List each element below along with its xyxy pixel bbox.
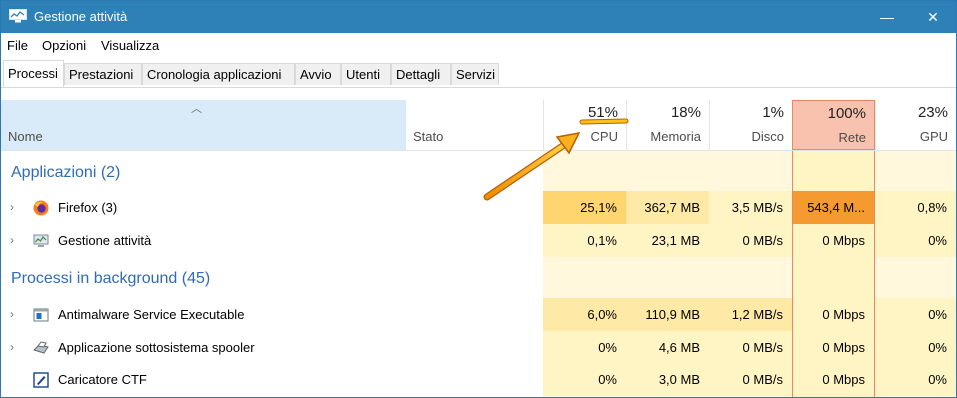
title-bar[interactable]: Gestione attività — ✕ (1, 1, 956, 33)
printer-icon (33, 341, 49, 354)
tab-bar: Processi Prestazioni Cronologia applicaz… (1, 57, 956, 88)
minimize-button[interactable]: — (864, 1, 910, 33)
expand-chevron-icon[interactable]: › (10, 224, 14, 257)
gpu-value: 0% (875, 224, 956, 257)
group-header-background[interactable]: Processi in background (45) (1, 263, 956, 296)
cpu-value: 6,0% (543, 298, 626, 331)
disk-total: 1% (762, 104, 784, 121)
menu-file[interactable]: File (7, 38, 28, 53)
network-value: 0 Mbps (792, 331, 875, 364)
process-name: Gestione attività (58, 233, 152, 248)
memory-value: 110,9 MB (626, 298, 709, 331)
process-name: Firefox (3) (58, 200, 118, 215)
task-manager-app-icon (9, 9, 27, 23)
memory-total: 18% (670, 104, 701, 121)
gpu-label: GPU (919, 129, 948, 144)
menu-bar: File Opzioni Visualizza (1, 33, 956, 57)
cpu-value: 0% (543, 331, 626, 364)
tab-services[interactable]: Servizi (451, 63, 499, 85)
memory-value: 23,1 MB (626, 224, 709, 257)
column-status-label: Stato (413, 129, 444, 144)
network-label: Rete (838, 130, 866, 145)
close-button[interactable]: ✕ (910, 1, 956, 33)
firefox-icon (33, 200, 49, 216)
antimalware-icon (33, 308, 49, 322)
process-name: Caricatore CTF (58, 372, 147, 387)
cpu-value: 0,1% (543, 224, 626, 257)
network-value: 0 Mbps (792, 298, 875, 331)
menu-options[interactable]: Opzioni (42, 38, 86, 53)
column-gpu[interactable]: 23% GPU (875, 100, 956, 150)
tab-users[interactable]: Utenti (341, 63, 391, 85)
gpu-value: 0% (875, 298, 956, 331)
sort-ascending-icon: ︿ (191, 103, 202, 115)
expand-chevron-icon[interactable]: › (10, 298, 14, 331)
tab-details[interactable]: Dettagli (391, 63, 451, 85)
table-row[interactable]: Caricatore CTF 0% 3,0 MB 0 MB/s 0 Mbps 0… (1, 363, 956, 396)
column-name[interactable]: ︿ Nome (1, 100, 406, 150)
table-row[interactable]: › Antimalware Service Executable 6,0% 11… (1, 298, 956, 331)
tab-processes[interactable]: Processi (3, 60, 64, 87)
gpu-value: 0,8% (875, 191, 956, 224)
process-name: Applicazione sottosistema spooler (58, 340, 255, 355)
column-network[interactable]: 100% Rete (792, 100, 875, 150)
network-value: 0 Mbps (792, 363, 875, 396)
network-value: 543,4 M... (792, 191, 875, 224)
table-row[interactable]: › Applicazione sottosistema spooler 0% 4… (1, 331, 956, 364)
disk-value: 0 MB/s (709, 331, 792, 364)
ctf-loader-icon (33, 372, 49, 388)
memory-value: 362,7 MB (626, 191, 709, 224)
gpu-value: 0% (875, 331, 956, 364)
network-value: 0 Mbps (792, 224, 875, 257)
annotation-underline-icon (579, 118, 629, 125)
gpu-value: 0% (875, 363, 956, 396)
task-manager-window: Gestione attività — ✕ File Opzioni Visua… (0, 0, 957, 398)
group-background-label: Processi in background (45) (11, 270, 211, 287)
table-row[interactable]: › Gestione attività 0,1% 23,1 MB 0 MB/s … (1, 224, 956, 257)
column-disk[interactable]: 1% Disco (709, 100, 792, 150)
memory-value: 3,0 MB (626, 363, 709, 396)
cpu-value: 0% (543, 363, 626, 396)
column-name-label: Nome (8, 129, 43, 144)
minimize-icon: — (880, 9, 894, 25)
expand-chevron-icon[interactable]: › (10, 191, 14, 224)
close-icon: ✕ (927, 9, 939, 25)
menu-view[interactable]: Visualizza (101, 38, 159, 53)
disk-value: 1,2 MB/s (709, 298, 792, 331)
task-manager-icon (33, 234, 49, 247)
disk-value: 0 MB/s (709, 363, 792, 396)
window-title: Gestione attività (34, 9, 128, 24)
gpu-total: 23% (917, 104, 948, 121)
memory-value: 4,6 MB (626, 331, 709, 364)
process-name: Antimalware Service Executable (58, 307, 245, 322)
tab-performance[interactable]: Prestazioni (64, 63, 142, 85)
disk-label: Disco (751, 129, 784, 144)
disk-value: 0 MB/s (709, 224, 792, 257)
tab-startup[interactable]: Avvio (295, 63, 341, 85)
expand-chevron-icon[interactable]: › (10, 331, 14, 364)
tab-app-history[interactable]: Cronologia applicazioni (142, 63, 295, 85)
column-memory[interactable]: 18% Memoria (626, 100, 709, 150)
disk-value: 3,5 MB/s (709, 191, 792, 224)
group-apps-label: Applicazioni (2) (11, 164, 121, 181)
network-total: 100% (827, 105, 866, 122)
memory-label: Memoria (650, 129, 701, 144)
